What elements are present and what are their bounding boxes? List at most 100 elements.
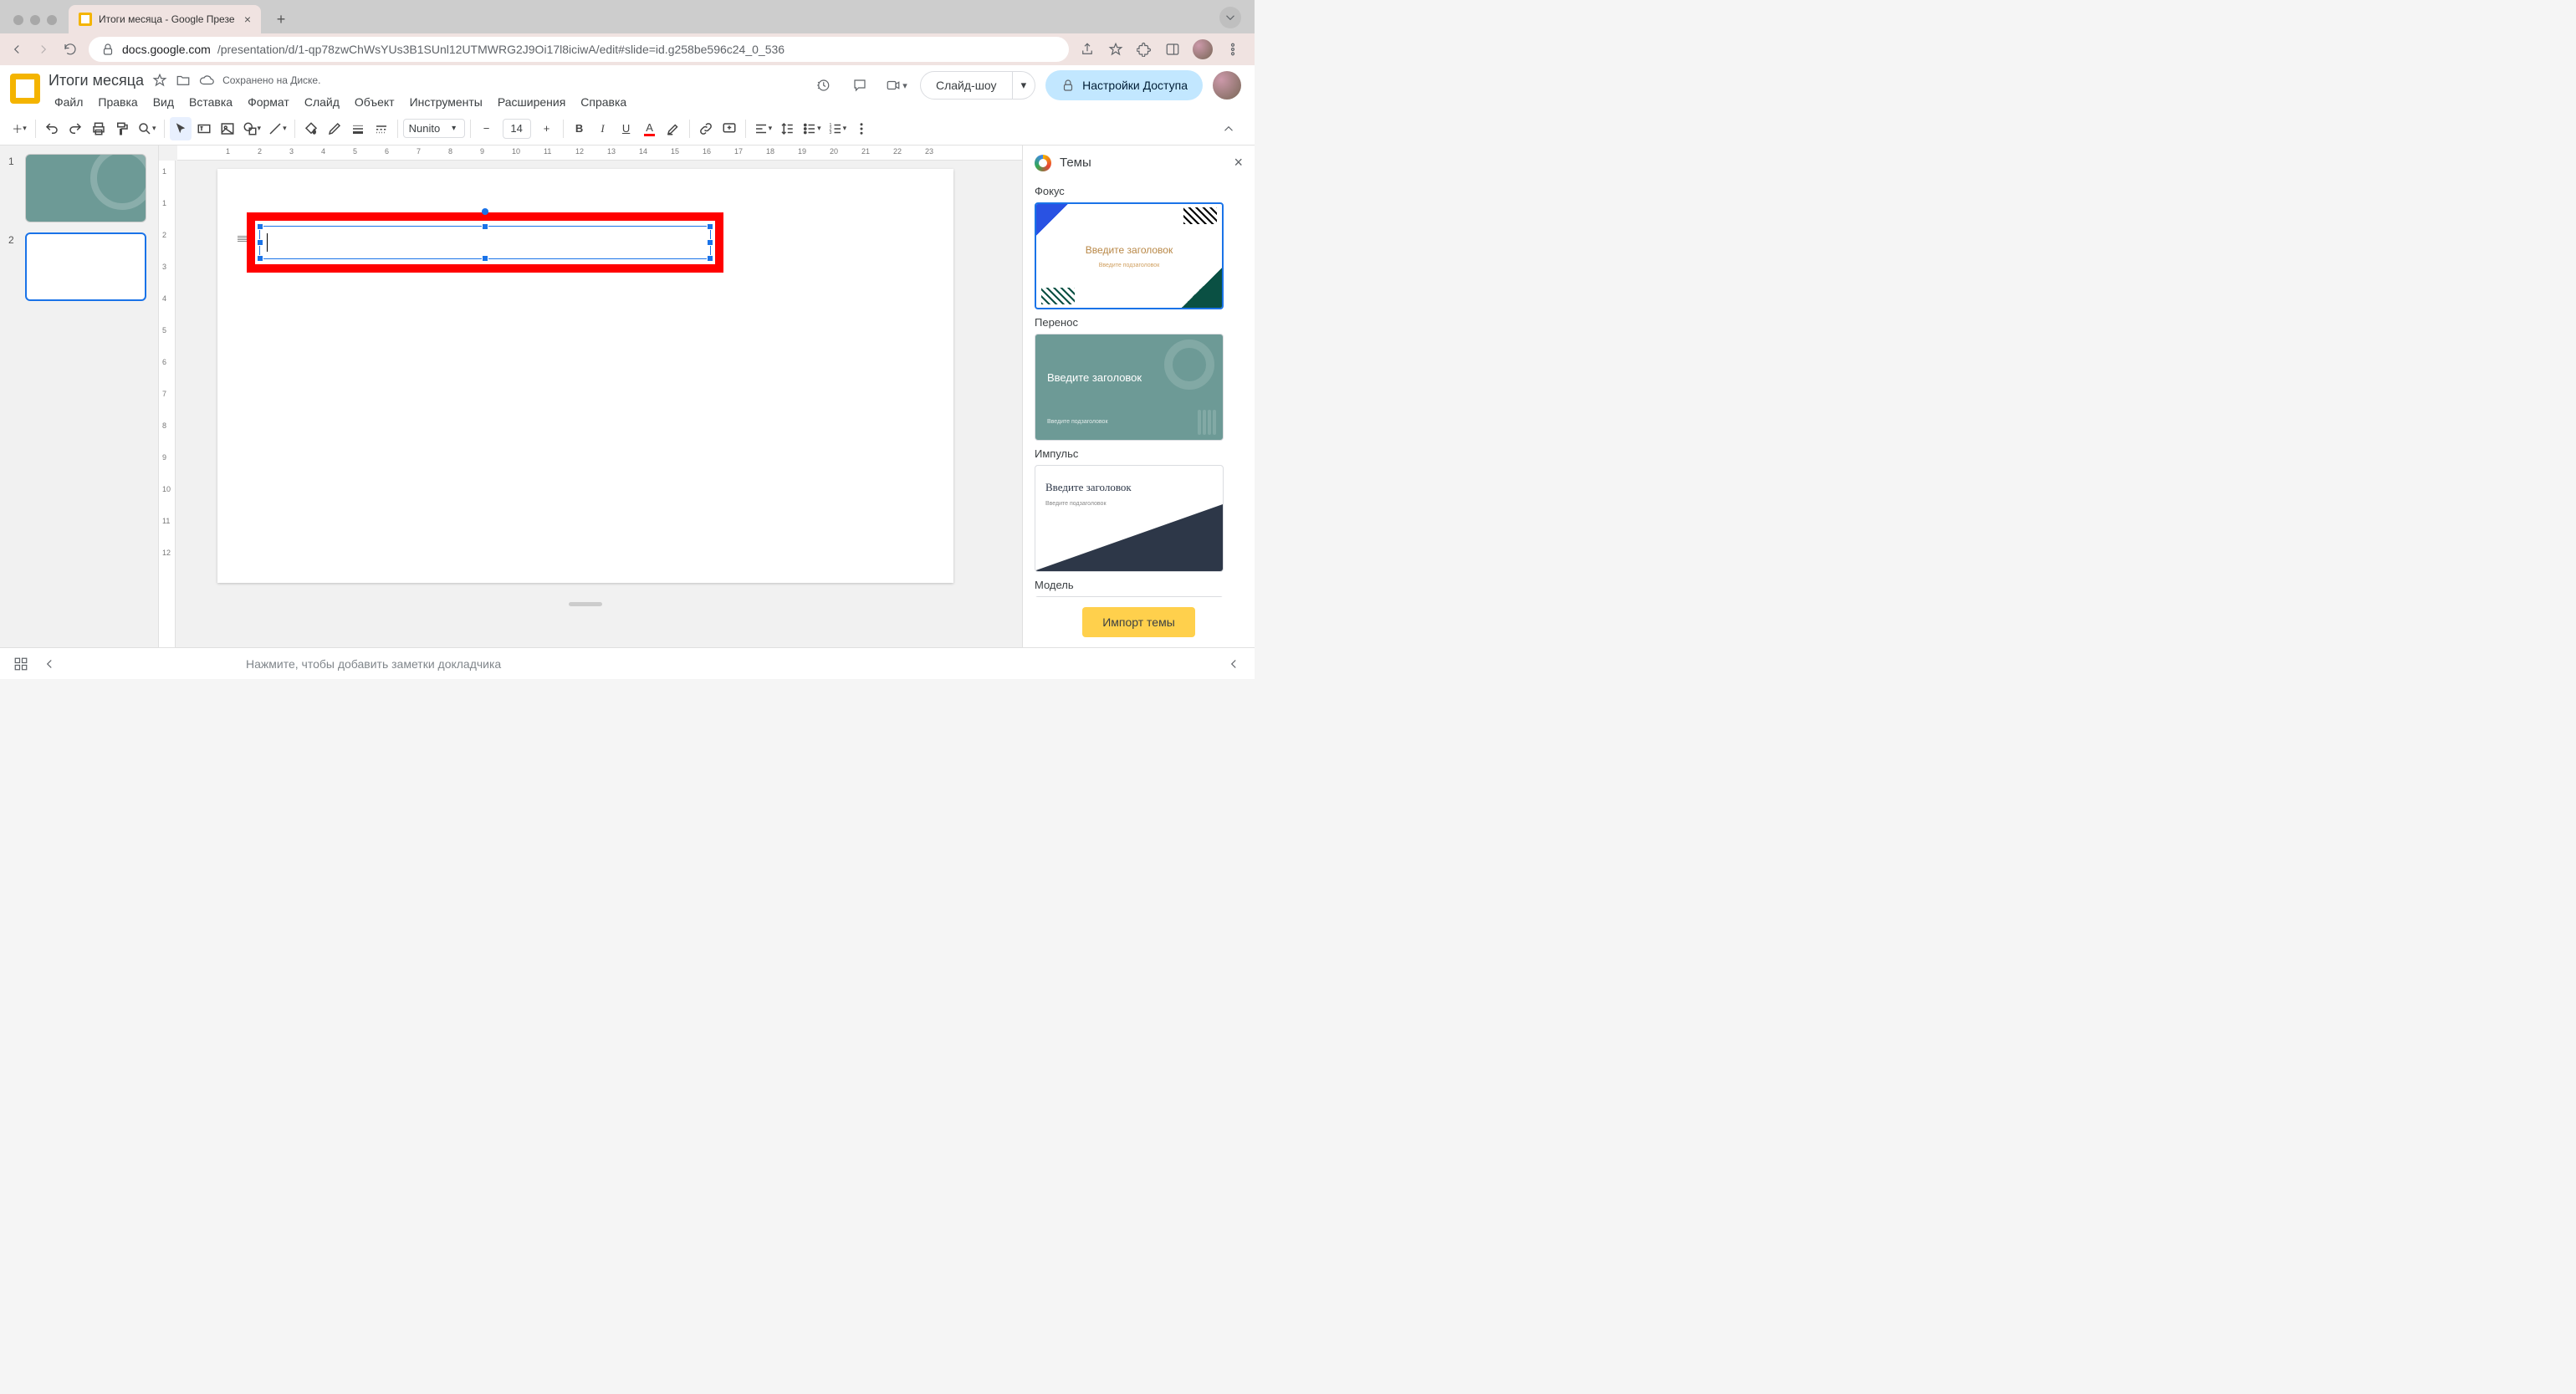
- tabs-overflow-button[interactable]: [1219, 7, 1241, 28]
- reload-button[interactable]: [62, 41, 79, 58]
- speaker-notes-drag-handle[interactable]: [569, 602, 602, 606]
- slides-logo-icon[interactable]: [10, 74, 40, 104]
- close-panel-button[interactable]: ×: [1234, 154, 1243, 171]
- resize-handle-nw[interactable]: [257, 223, 263, 230]
- url-field[interactable]: docs.google.com/presentation/d/1-qp78zwC…: [89, 37, 1069, 62]
- grid-view-icon[interactable]: [13, 656, 28, 671]
- underline-button[interactable]: U: [616, 117, 637, 140]
- menu-slide[interactable]: Слайд: [299, 92, 345, 112]
- fill-color-button[interactable]: [300, 117, 322, 140]
- version-history-icon[interactable]: [810, 72, 836, 99]
- zoom-button[interactable]: ▾: [135, 117, 159, 140]
- browser-tab[interactable]: Итоги месяца - Google Презе ×: [69, 5, 261, 33]
- theme-card-impulse[interactable]: Введите заголовок Введите подзаголовок: [1035, 465, 1224, 572]
- slide-canvas[interactable]: [217, 169, 953, 583]
- explore-collapse-icon[interactable]: [1226, 656, 1241, 671]
- align-button[interactable]: ▾: [751, 117, 775, 140]
- menu-help[interactable]: Справка: [575, 92, 632, 112]
- comment-button[interactable]: [718, 117, 740, 140]
- increase-font-button[interactable]: +: [536, 117, 558, 140]
- minimize-window-icon[interactable]: [30, 15, 40, 25]
- theme-card-focus[interactable]: Введите заголовок Введите подзаголовок: [1035, 202, 1224, 309]
- resize-handle-s[interactable]: [482, 255, 488, 262]
- theme-card-perenos[interactable]: Введите заголовок Введите подзаголовок: [1035, 334, 1224, 441]
- bookmark-icon[interactable]: [1107, 41, 1124, 58]
- main-area: 1 2 123456789101112131415161718192021222…: [0, 146, 1255, 647]
- resize-handle-sw[interactable]: [257, 255, 263, 262]
- line-tool[interactable]: ▾: [265, 117, 289, 140]
- numbered-list-button[interactable]: 123▾: [825, 117, 850, 140]
- maximize-window-icon[interactable]: [47, 15, 57, 25]
- highlight-button[interactable]: [662, 117, 684, 140]
- menu-tools[interactable]: Инструменты: [404, 92, 488, 112]
- new-slide-button[interactable]: ＋▾: [8, 117, 30, 140]
- import-theme-button[interactable]: Импорт темы: [1082, 607, 1195, 637]
- link-button[interactable]: [695, 117, 717, 140]
- back-button[interactable]: [8, 41, 25, 58]
- font-family-select[interactable]: Nunito▾: [403, 119, 465, 138]
- meet-icon[interactable]: ▾: [883, 72, 910, 99]
- menu-file[interactable]: Файл: [49, 92, 89, 112]
- browser-menu-icon[interactable]: [1224, 41, 1241, 58]
- border-weight-button[interactable]: [347, 117, 369, 140]
- menu-object[interactable]: Объект: [349, 92, 401, 112]
- border-dash-button[interactable]: [371, 117, 392, 140]
- theme-name-impulse: Импульс: [1035, 447, 1243, 460]
- textbox-tool[interactable]: [193, 117, 215, 140]
- select-tool[interactable]: [170, 117, 192, 140]
- shape-tool[interactable]: ▾: [240, 117, 264, 140]
- comments-icon[interactable]: [846, 72, 873, 99]
- collapse-toolbar-button[interactable]: [1218, 117, 1239, 140]
- resize-handle-e[interactable]: [707, 239, 713, 246]
- menu-edit[interactable]: Правка: [92, 92, 143, 112]
- resize-handle-ne[interactable]: [707, 223, 713, 230]
- document-title[interactable]: Итоги месяца: [49, 72, 144, 89]
- resize-handle-se[interactable]: [707, 255, 713, 262]
- rotate-handle[interactable]: [482, 208, 488, 215]
- theme-card-model[interactable]: [1035, 596, 1224, 597]
- share-page-icon[interactable]: [1079, 41, 1096, 58]
- slideshow-button[interactable]: Слайд-шоу: [920, 71, 1013, 100]
- paint-format-button[interactable]: [111, 117, 133, 140]
- sidepanel-icon[interactable]: [1164, 41, 1181, 58]
- forward-button[interactable]: [35, 41, 52, 58]
- horizontal-ruler[interactable]: 1234567891011121314151617181920212223: [177, 146, 1022, 161]
- share-button[interactable]: Настройки Доступа: [1045, 70, 1203, 100]
- profile-avatar[interactable]: [1193, 39, 1213, 59]
- theme-preview-subtitle: Введите подзаголовок: [1045, 501, 1107, 507]
- speaker-notes-placeholder[interactable]: Нажмите, чтобы добавить заметки докладчи…: [246, 657, 501, 671]
- tab-close-icon[interactable]: ×: [244, 13, 251, 26]
- slide-thumbnail-2[interactable]: [25, 232, 146, 301]
- line-spacing-button[interactable]: [776, 117, 798, 140]
- close-window-icon[interactable]: [13, 15, 23, 25]
- redo-button[interactable]: [64, 117, 86, 140]
- menu-insert[interactable]: Вставка: [183, 92, 238, 112]
- more-options-button[interactable]: [851, 117, 872, 140]
- font-size-input[interactable]: 14: [503, 119, 531, 139]
- slide-thumbnail-1[interactable]: [25, 154, 146, 222]
- bold-button[interactable]: B: [569, 117, 590, 140]
- bullet-list-button[interactable]: ▾: [800, 117, 824, 140]
- move-folder-icon[interactable]: [176, 73, 191, 88]
- collapse-filmstrip-icon[interactable]: [42, 656, 57, 671]
- undo-button[interactable]: [41, 117, 63, 140]
- italic-button[interactable]: I: [592, 117, 614, 140]
- image-tool[interactable]: [217, 117, 238, 140]
- print-button[interactable]: [88, 117, 110, 140]
- resize-handle-n[interactable]: [482, 223, 488, 230]
- toolbar: ＋▾ ▾ ▾ ▾ Nunito▾ − 14 + B I U A ▾: [0, 112, 1255, 146]
- cloud-saved-icon[interactable]: [199, 73, 214, 88]
- text-color-button[interactable]: A: [639, 117, 661, 140]
- title-textbox[interactable]: [259, 226, 711, 259]
- menu-view[interactable]: Вид: [147, 92, 180, 112]
- menu-format[interactable]: Формат: [242, 92, 295, 112]
- account-avatar[interactable]: [1213, 71, 1241, 100]
- decrease-font-button[interactable]: −: [476, 117, 498, 140]
- border-color-button[interactable]: [324, 117, 345, 140]
- new-tab-button[interactable]: +: [269, 8, 293, 31]
- menu-extensions[interactable]: Расширения: [492, 92, 571, 112]
- extensions-icon[interactable]: [1136, 41, 1153, 58]
- resize-handle-w[interactable]: [257, 239, 263, 246]
- slideshow-dropdown[interactable]: ▾: [1013, 71, 1036, 100]
- star-icon[interactable]: [152, 73, 167, 88]
